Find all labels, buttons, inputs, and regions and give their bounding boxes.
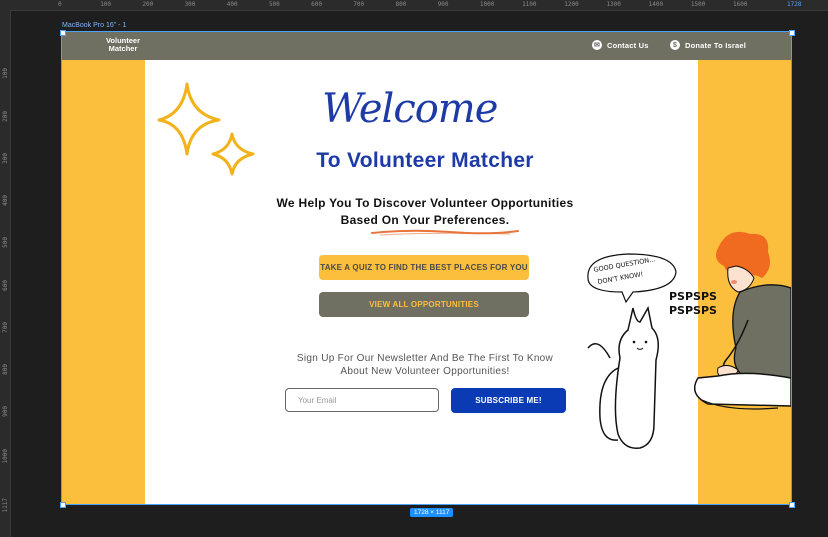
ruler-tick-label: 700 — [353, 1, 365, 8]
ruler-tick-label: 1000 — [2, 448, 9, 463]
page-title: To Volunteer Matcher — [316, 149, 534, 172]
ruler-tick-label: 400 — [2, 195, 9, 206]
take-quiz-button[interactable]: TAKE A QUIZ TO FIND THE BEST PLACES FOR … — [319, 255, 529, 280]
ruler-tick-label: 800 — [395, 1, 407, 8]
ruler-tick-label: 400 — [226, 1, 238, 8]
view-all-opportunities-button[interactable]: VIEW ALL OPPORTUNITIES — [319, 292, 529, 317]
ruler-tick-label: 1300 — [606, 1, 621, 8]
mail-icon: ✉ — [592, 40, 602, 50]
frame-size-badge: 1728 × 1117 — [410, 508, 454, 517]
ruler-tick-label: 600 — [2, 279, 9, 291]
resize-handle-bottom-left[interactable] — [60, 502, 66, 508]
ruler-tick-label: 900 — [437, 1, 449, 8]
newsletter-text: Sign Up For Our Newsletter And Be The Fi… — [260, 352, 590, 378]
ruler-tick-label: 1728 — [787, 1, 802, 8]
logo[interactable]: Volunteer Matcher — [100, 37, 146, 53]
top-ruler: 0 100 200 300 400 500 600 700 800 900 1000 1100 1200… — [0, 0, 828, 11]
ruler-tick-label: 600 — [311, 1, 322, 8]
ruler-tick-label: 1117 — [2, 498, 9, 513]
contact-us-link[interactable]: ✉ Contact Us — [592, 40, 649, 50]
brush-underline — [371, 229, 519, 236]
newsletter-line-2: About New Volunteer Opportunities! — [340, 366, 510, 377]
resize-handle-top-right[interactable] — [789, 30, 795, 36]
ruler-tick-label: 200 — [142, 1, 154, 8]
psps-text-1: PSPSPS — [669, 290, 717, 303]
sparkle-stars-icon — [157, 82, 255, 176]
ruler-tick-label: 300 — [184, 1, 196, 8]
contact-us-label: Contact Us — [607, 40, 649, 50]
ruler-tick-label: 700 — [2, 321, 9, 333]
psps-text-2: PSPSPS — [669, 304, 717, 317]
resize-handle-bottom-right[interactable] — [789, 502, 795, 508]
subtitle: We Help You To Discover Volunteer Opport… — [232, 195, 618, 229]
dollar-icon: $ — [670, 40, 680, 50]
newsletter-line-1: Sign Up For Our Newsletter And Be The Fi… — [296, 353, 554, 364]
email-field[interactable] — [285, 388, 439, 412]
ruler-tick-label: 500 — [2, 237, 9, 249]
cat-and-person-illustration: GOOD QUESTION... DON'T KNOW! PSPSPS PSPS… — [587, 231, 791, 449]
logo-line-2: Matcher — [108, 44, 138, 53]
ruler-tick-label: 1000 — [479, 1, 495, 8]
page-frame[interactable]: Volunteer Matcher ✉ Contact Us $ Donate … — [61, 31, 792, 505]
ruler-tick-label: 500 — [268, 1, 280, 8]
subtitle-line-2: Based On Your Preferences. — [340, 213, 510, 227]
ruler-tick-label: 100 — [2, 68, 9, 80]
welcome-title: Welcome — [322, 86, 498, 132]
ruler-tick-label: 1200 — [564, 1, 579, 8]
resize-handle-top-left[interactable] — [60, 30, 66, 36]
ruler-tick-label: 300 — [2, 152, 9, 164]
ruler-tick-label: 1600 — [733, 1, 748, 8]
donate-link[interactable]: $ Donate To Israel — [670, 40, 746, 50]
ruler-tick-label: 1100 — [522, 1, 537, 8]
ruler-tick-label: 200 — [2, 110, 9, 122]
ruler-tick-label: 0 — [58, 1, 62, 8]
navbar: Volunteer Matcher ✉ Contact Us $ Donate … — [62, 32, 791, 60]
ruler-tick-label: 1400 — [648, 1, 664, 8]
subtitle-line-1: We Help You To Discover Volunteer Opport… — [276, 196, 574, 210]
ruler-tick-label: 100 — [100, 1, 112, 8]
subscribe-button[interactable]: SUBSCRIBE ME! — [451, 388, 566, 413]
ruler-tick-label: 800 — [2, 364, 9, 375]
frame-label[interactable]: MacBook Pro 16" - 1 — [62, 22, 126, 29]
ruler-tick-label: 900 — [2, 406, 9, 418]
donate-label: Donate To Israel — [685, 40, 746, 50]
ruler-tick-label: 1500 — [690, 1, 706, 8]
left-yellow-panel — [62, 60, 145, 504]
left-ruler: 100 200 300 400 500 600 700 800 900 1000 1117 — [0, 10, 11, 537]
